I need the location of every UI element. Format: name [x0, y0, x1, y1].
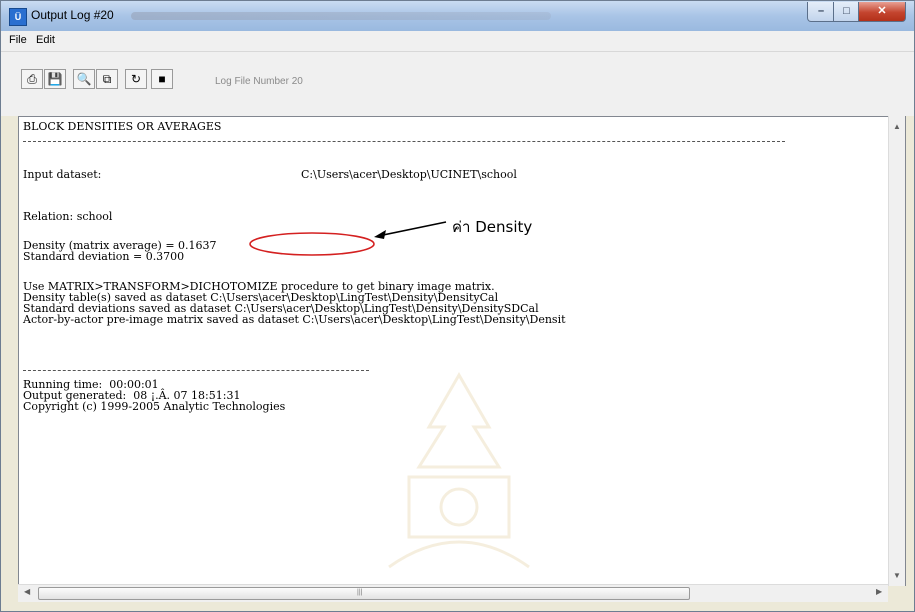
relation-line: Relation: school [23, 210, 113, 223]
copy-button[interactable]: ⧉ [96, 69, 118, 89]
horizontal-scrollbar[interactable]: ◀ ||| ▶ [18, 584, 888, 602]
app-icon: Ü [9, 8, 27, 26]
close-button[interactable]: ✕ [858, 2, 906, 22]
menu-edit[interactable]: Edit [36, 34, 55, 46]
scroll-up-icon[interactable]: ▲ [889, 122, 905, 131]
refresh-icon: ↻ [130, 72, 142, 86]
density-annotation-label: ค่า Density [452, 218, 533, 236]
blurred-title-detail [131, 12, 551, 20]
divider-bottom [23, 370, 369, 371]
scroll-left-icon[interactable]: ◀ [24, 587, 30, 596]
save-button[interactable]: 💾 [44, 69, 66, 89]
minimize-button[interactable]: – [807, 2, 835, 22]
log-file-number-label: Log File Number 20 [215, 76, 303, 87]
thumb-grip-icon: ||| [357, 589, 363, 596]
save-icon: 💾 [47, 72, 63, 86]
stop-button[interactable]: ■ [151, 69, 173, 89]
find-button[interactable]: 🔍 [73, 69, 95, 89]
toolbar: Log File Number 20 ⎙ 💾 🔍 ⧉ ↻ ■ [1, 52, 914, 116]
menu-file[interactable]: File [9, 34, 27, 46]
pre-image-note: Actor-by-actor pre-image matrix saved as… [23, 313, 566, 326]
log-output-area[interactable]: BLOCK DENSITIES OR AVERAGES Input datase… [18, 116, 906, 586]
menu-bar: File Edit [1, 31, 914, 52]
copyright-line: Copyright (c) 1999-2005 Analytic Technol… [23, 400, 286, 413]
title-bar[interactable]: Ü Output Log #20 – □ ✕ [1, 1, 914, 31]
copy-icon: ⧉ [102, 72, 112, 86]
maximize-icon: □ [843, 5, 850, 17]
print-icon: ⎙ [27, 72, 37, 86]
scroll-right-icon[interactable]: ▶ [876, 587, 882, 596]
print-button[interactable]: ⎙ [21, 69, 43, 89]
refresh-button[interactable]: ↻ [125, 69, 147, 89]
input-dataset-label: Input dataset: [23, 168, 102, 181]
input-dataset-value: C:\Users\acer\Desktop\UCINET\school [301, 168, 517, 181]
vertical-scrollbar[interactable]: ▲ ▼ [888, 116, 905, 586]
close-icon: ✕ [877, 5, 887, 17]
maximize-button[interactable]: □ [833, 2, 860, 22]
horizontal-scroll-thumb[interactable]: ||| [38, 587, 690, 600]
window-title: Output Log #20 [31, 8, 114, 22]
stop-icon: ■ [158, 72, 166, 86]
university-seal-watermark [388, 371, 530, 569]
find-icon: 🔍 [76, 72, 92, 86]
scroll-down-icon[interactable]: ▼ [889, 571, 905, 580]
minimize-icon: – [817, 5, 825, 17]
divider-top [23, 141, 785, 142]
stddev-line: Standard deviation = 0.3700 [23, 250, 185, 263]
log-header: BLOCK DENSITIES OR AVERAGES [23, 120, 222, 133]
